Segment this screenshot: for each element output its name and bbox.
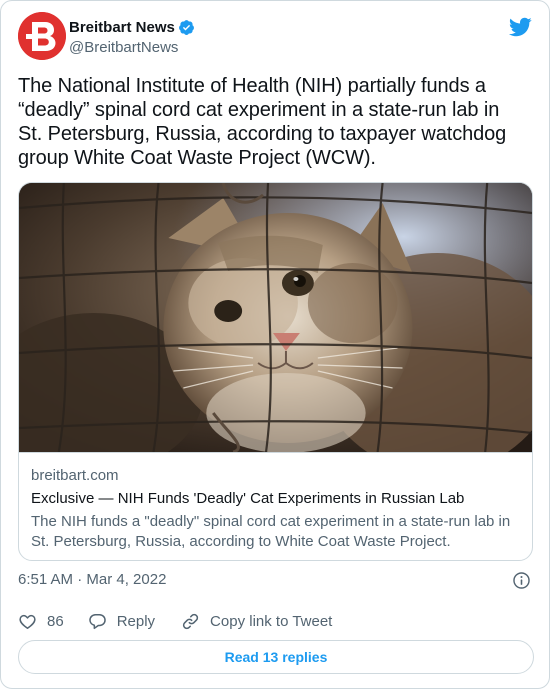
tweet-timestamp[interactable]: 6:51 AM · Mar 4, 2022 (18, 570, 166, 590)
action-bar: 86 Reply Copy link to Tweet (18, 608, 358, 634)
copy-link-button[interactable]: Copy link to Tweet (181, 612, 332, 631)
author-handle[interactable]: @BreitbartNews (69, 39, 195, 56)
card-domain: breitbart.com (31, 467, 119, 484)
twitter-bird-icon[interactable] (508, 15, 532, 39)
tweet-card: Breitbart News @BreitbartNews The Nation… (0, 0, 550, 689)
copy-link-label: Copy link to Tweet (210, 612, 333, 630)
card-body: breitbart.com Exclusive — NIH Funds 'Dea… (19, 452, 532, 552)
breitbart-logo-icon (18, 12, 66, 60)
tweet-header: Breitbart News @BreitbartNews (18, 12, 532, 62)
reply-bubble-icon (88, 613, 106, 629)
like-button[interactable]: 86 (18, 612, 64, 631)
avatar[interactable] (18, 12, 66, 60)
verified-badge-icon (178, 19, 195, 36)
card-image (19, 183, 532, 452)
author-block: Breitbart News @BreitbartNews (69, 17, 195, 56)
card-title: Exclusive — NIH Funds 'Deadly' Cat Exper… (31, 490, 465, 507)
link-icon (182, 613, 199, 629)
reply-label: Reply (116, 612, 156, 630)
read-replies-button[interactable]: Read 13 replies (18, 640, 534, 674)
name-row: Breitbart News (69, 17, 195, 37)
like-count: 86 (47, 612, 64, 630)
heart-icon (19, 614, 36, 629)
card-description: The NIH funds a "deadly" spinal cord cat… (31, 513, 511, 550)
author-display-name[interactable]: Breitbart News (69, 19, 175, 36)
link-preview-card[interactable]: breitbart.com Exclusive — NIH Funds 'Dea… (18, 182, 533, 561)
tweet-text: The National Institute of Health (NIH) p… (18, 75, 507, 169)
reply-button[interactable]: Reply (88, 612, 155, 631)
info-icon[interactable] (512, 571, 531, 590)
